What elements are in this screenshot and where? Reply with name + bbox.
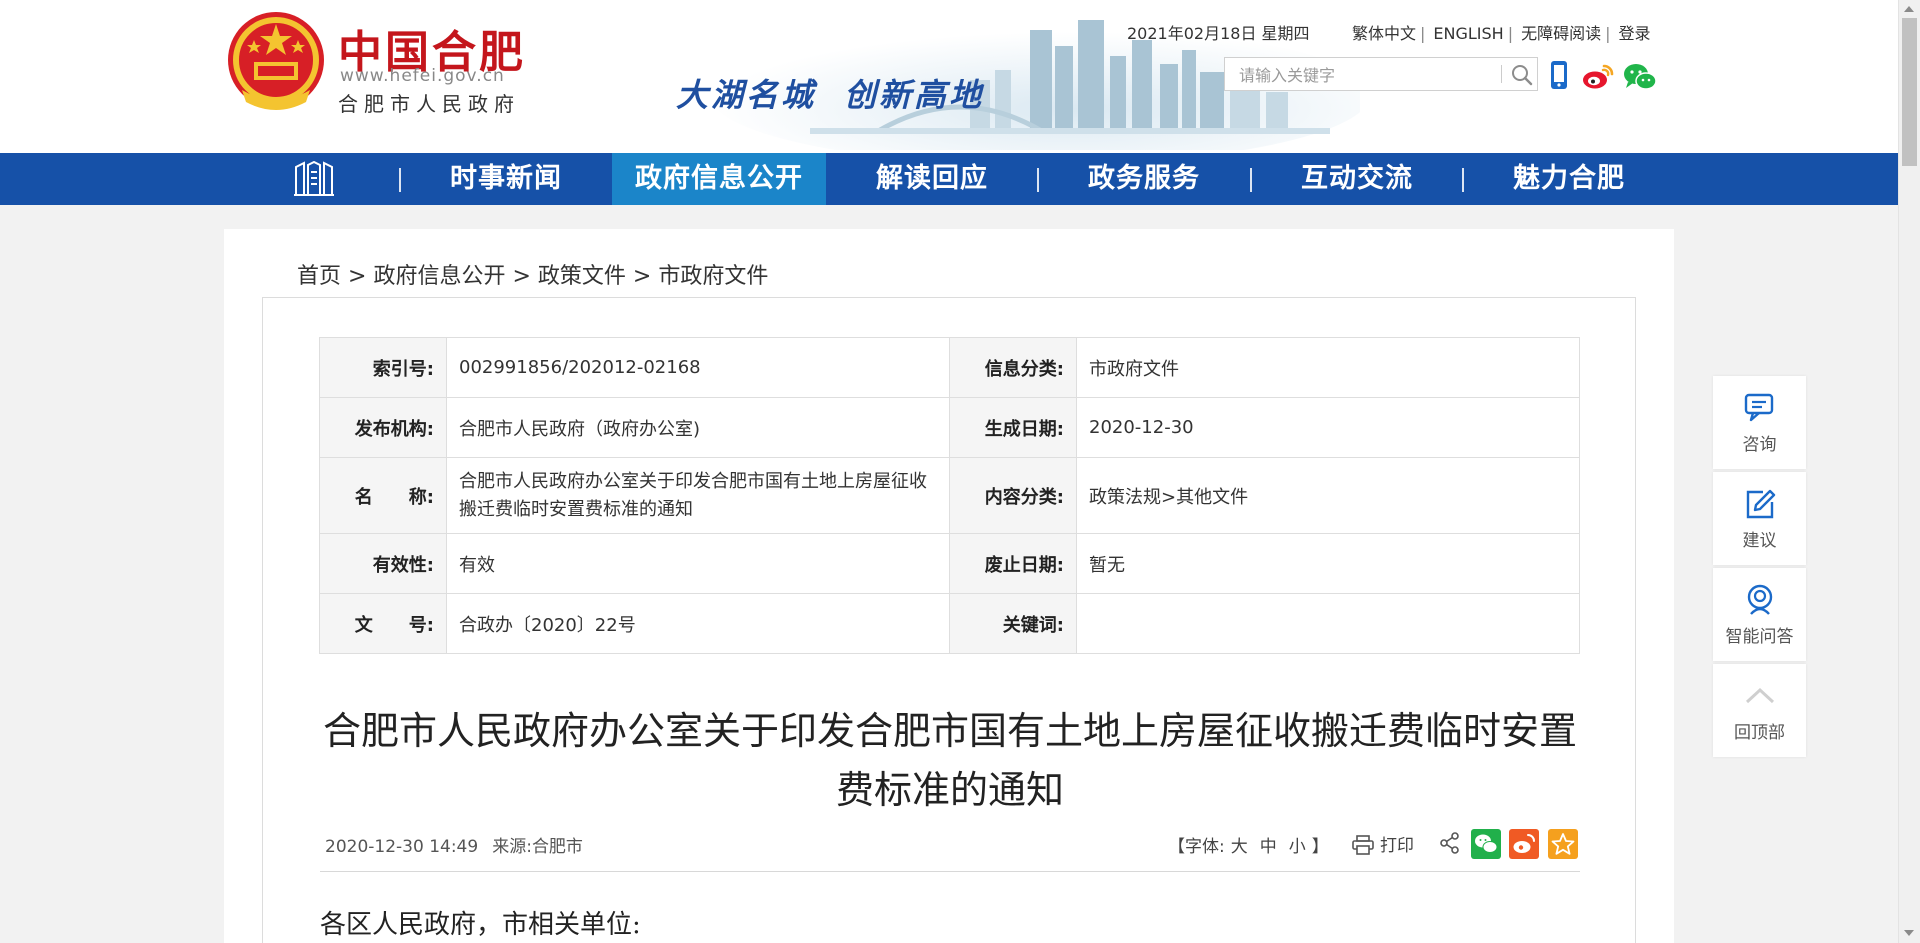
- nav-interaction[interactable]: 互动交流: [1251, 153, 1463, 205]
- search-input[interactable]: [1237, 63, 1499, 87]
- link-english[interactable]: ENGLISH: [1433, 24, 1503, 43]
- meta-value-publisher: 合肥市人民政府（政府办公室): [446, 397, 950, 458]
- meta-row: 名 称: 合肥市人民政府办公室关于印发合肥市国有土地上房屋征收搬迁费临时安置费标…: [319, 457, 1580, 534]
- share-weibo-icon[interactable]: [1509, 829, 1539, 859]
- print-label: 打印: [1380, 836, 1414, 856]
- current-date: 2021年02月18日 星期四: [1127, 24, 1310, 43]
- meta-key: 文 号:: [319, 593, 447, 654]
- sidebar-label: 回顶部: [1734, 723, 1785, 743]
- font-size-small[interactable]: 小: [1289, 837, 1306, 857]
- sidebar-suggestion[interactable]: 建议: [1713, 472, 1806, 565]
- print-button[interactable]: 打印: [1352, 831, 1414, 856]
- meta-key: 有效性:: [319, 533, 447, 594]
- article-title: 合肥市人民政府办公室关于印发合肥市国有土地上房屋征收搬迁费临时安置费标准的通知: [322, 709, 1577, 812]
- link-traditional-chinese[interactable]: 繁体中文: [1352, 24, 1416, 43]
- breadcrumb-gov-info[interactable]: 政府信息公开: [373, 264, 505, 289]
- sidebar-label: 建议: [1742, 531, 1777, 551]
- font-size-switcher: 【字体: 大中小】: [1168, 832, 1329, 857]
- font-size-medium[interactable]: 中: [1260, 837, 1277, 857]
- article-info: 2020-12-30 14:49 来源:合肥市: [325, 832, 583, 857]
- breadcrumb-separator: >: [512, 264, 531, 289]
- weibo-icon[interactable]: [1582, 62, 1614, 90]
- meta-value-repeal-date: 暂无: [1076, 533, 1580, 594]
- meta-key: 名 称:: [319, 457, 447, 534]
- breadcrumb-separator: >: [348, 264, 367, 289]
- top-links: 繁体中文 | ENGLISH | 无障碍阅读 | 登录: [1352, 24, 1651, 43]
- mobile-icon[interactable]: [1548, 60, 1570, 90]
- article-datetime: 2020-12-30 14:49: [325, 837, 479, 857]
- sidebar-label: 咨询: [1742, 435, 1777, 455]
- favorite-star-icon[interactable]: [1548, 829, 1578, 859]
- meta-value-index-number: 002991856/202012-02168: [446, 337, 950, 398]
- meta-value-content-category: 政策法规>其他文件: [1076, 457, 1580, 534]
- source-label: 来源:: [492, 837, 532, 857]
- meta-key: 索引号:: [319, 337, 447, 398]
- meta-row: 发布机构: 合肥市人民政府（政府办公室) 生成日期: 2020-12-30: [319, 397, 1580, 458]
- logo-subtitle: 合肥市人民政府: [338, 92, 520, 116]
- meta-value-keywords: [1076, 593, 1580, 654]
- sidebar-consult[interactable]: 咨询: [1713, 376, 1806, 469]
- breadcrumb-home[interactable]: 首页: [297, 264, 341, 289]
- meta-key: 关键词:: [949, 593, 1077, 654]
- breadcrumb: 首页 > 政府信息公开 > 政策文件 > 市政府文件: [297, 258, 768, 290]
- meta-key: 信息分类:: [949, 337, 1077, 398]
- breadcrumb-city-docs[interactable]: 市政府文件: [658, 264, 768, 289]
- font-size-close: 】: [1311, 837, 1329, 857]
- meta-value-validity: 有效: [446, 533, 950, 594]
- nav-interpretation[interactable]: 解读回应: [826, 153, 1038, 205]
- meta-key: 内容分类:: [949, 457, 1077, 534]
- document-meta-table: 索引号: 002991856/202012-02168 信息分类: 市政府文件 …: [319, 337, 1580, 654]
- search-divider: [1501, 65, 1502, 83]
- breadcrumb-policy-docs[interactable]: 政策文件: [538, 264, 626, 289]
- scrollbar-thumb[interactable]: [1902, 18, 1917, 166]
- wechat-icon[interactable]: [1623, 62, 1657, 92]
- share-wechat-icon[interactable]: [1471, 829, 1501, 859]
- font-size-large[interactable]: 大: [1231, 837, 1248, 857]
- share-icon[interactable]: [1440, 832, 1460, 854]
- search-icon[interactable]: [1509, 62, 1535, 88]
- main-nav: 时事新闻 政府信息公开 解读回应 政务服务 互动交流 魅力合肥: [0, 153, 1898, 205]
- nav-charm-hefei[interactable]: 魅力合肥: [1463, 153, 1675, 205]
- meta-row: 有效性: 有效 废止日期: 暂无: [319, 533, 1580, 594]
- link-login[interactable]: 登录: [1619, 24, 1651, 43]
- national-emblem-icon: [228, 12, 324, 110]
- sidebar-smart-qa[interactable]: 智能问答: [1713, 568, 1806, 661]
- sidebar-label: 智能问答: [1725, 627, 1794, 647]
- edit-icon: [1746, 489, 1776, 519]
- nav-government-info[interactable]: 政府信息公开: [612, 153, 826, 205]
- site-header: 中国合肥 www.hefei.gov.cn 合肥市人民政府 大湖名城 创新高地 …: [0, 0, 1898, 153]
- font-size-label: 【字体:: [1168, 837, 1225, 857]
- vertical-scrollbar[interactable]: [1898, 0, 1920, 943]
- consult-icon: [1744, 393, 1774, 422]
- meta-key: 废止日期:: [949, 533, 1077, 594]
- user-headset-icon: [1747, 584, 1773, 615]
- sidebar-back-to-top[interactable]: 回顶部: [1713, 664, 1806, 757]
- scroll-up-arrow-icon[interactable]: [1904, 6, 1914, 12]
- nav-government-services[interactable]: 政务服务: [1038, 153, 1250, 205]
- logo-url: www.hefei.gov.cn: [340, 66, 505, 86]
- meta-row: 索引号: 002991856/202012-02168 信息分类: 市政府文件: [319, 337, 1580, 398]
- article-source: 合肥市: [531, 837, 583, 857]
- meta-row: 文 号: 合政办〔2020〕22号 关键词:: [319, 593, 1580, 654]
- meta-value-doc-number: 合政办〔2020〕22号: [446, 593, 950, 654]
- link-accessibility[interactable]: 无障碍阅读: [1521, 24, 1601, 43]
- meta-key: 发布机构:: [319, 397, 447, 458]
- slogan-part-2: 创新高地: [844, 76, 985, 114]
- slogan-part-1: 大湖名城: [676, 76, 817, 114]
- meta-value-name: 合肥市人民政府办公室关于印发合肥市国有土地上房屋征收搬迁费临时安置费标准的通知: [446, 457, 950, 534]
- breadcrumb-separator: >: [632, 264, 652, 289]
- slogan: 大湖名城 创新高地: [676, 70, 984, 116]
- meta-value-info-category: 市政府文件: [1076, 337, 1580, 398]
- meta-value-created-date: 2020-12-30: [1076, 397, 1580, 458]
- divider: [320, 871, 1580, 872]
- scroll-down-arrow-icon[interactable]: [1904, 930, 1914, 936]
- printer-icon: [1352, 835, 1374, 855]
- search-box: [1224, 57, 1538, 91]
- nav-news[interactable]: 时事新闻: [400, 153, 612, 205]
- meta-key: 生成日期:: [949, 397, 1077, 458]
- home-icon[interactable]: [292, 161, 336, 197]
- chevron-up-icon: [1745, 687, 1775, 704]
- article-greeting: 各区人民政府，市相关单位:: [320, 910, 641, 940]
